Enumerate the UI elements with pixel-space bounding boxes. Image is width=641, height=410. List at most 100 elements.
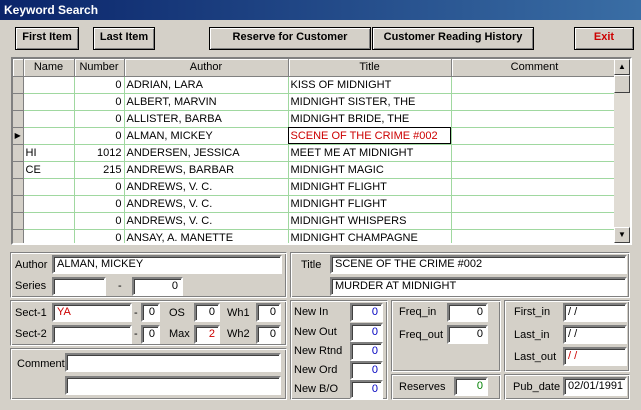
- cell-name[interactable]: [23, 178, 75, 196]
- row-selector[interactable]: ▶: [13, 127, 24, 145]
- table-row[interactable]: 0 ADRIAN, LARA KISS OF MIDNIGHT: [13, 76, 619, 94]
- cell-number[interactable]: 1012: [74, 144, 125, 162]
- row-selector[interactable]: [13, 144, 24, 162]
- cell-number[interactable]: 0: [74, 178, 125, 196]
- wh2-field[interactable]: 0: [256, 325, 281, 344]
- cell-title[interactable]: MIDNIGHT BRIDE, THE: [288, 110, 452, 128]
- table-row[interactable]: 0 ALLISTER, BARBA MIDNIGHT BRIDE, THE: [13, 110, 619, 128]
- author-field[interactable]: ALMAN, MICKEY: [52, 255, 282, 274]
- freq-out-field[interactable]: 0: [447, 325, 488, 344]
- row-selector[interactable]: [13, 161, 24, 179]
- reserves-field[interactable]: 0: [454, 377, 488, 396]
- cell-author[interactable]: ANSAY, A. MANETTE: [124, 229, 289, 243]
- cell-name[interactable]: [23, 195, 75, 213]
- cell-comment[interactable]: [451, 76, 619, 94]
- cell-comment[interactable]: [451, 229, 619, 243]
- cell-title[interactable]: MIDNIGHT WHISPERS: [288, 212, 452, 230]
- freq-in-field[interactable]: 0: [447, 303, 488, 322]
- pub-date-field[interactable]: 02/01/1991: [563, 377, 627, 396]
- cell-title[interactable]: MIDNIGHT SISTER, THE: [288, 93, 452, 111]
- new-ord-field[interactable]: 0: [350, 361, 383, 380]
- cell-comment[interactable]: [451, 212, 619, 230]
- row-selector[interactable]: [13, 229, 24, 243]
- max-field[interactable]: 2: [194, 325, 220, 344]
- cell-author[interactable]: ALBERT, MARVIN: [124, 93, 289, 111]
- cell-number[interactable]: 0: [74, 212, 125, 230]
- cell-title[interactable]: MIDNIGHT FLIGHT: [288, 178, 452, 196]
- cell-title[interactable]: SCENE OF THE CRIME #002: [288, 127, 452, 145]
- series-number-field[interactable]: 0: [132, 277, 183, 296]
- cell-title[interactable]: MIDNIGHT MAGIC: [288, 161, 452, 179]
- vertical-scrollbar[interactable]: ▲ ▼: [614, 59, 630, 243]
- new-out-field[interactable]: 0: [350, 323, 383, 342]
- new-in-field[interactable]: 0: [350, 303, 383, 322]
- scroll-up-icon[interactable]: ▲: [614, 59, 630, 75]
- sect1-field[interactable]: YA: [52, 303, 132, 322]
- cell-title[interactable]: MIDNIGHT CHAMPAGNE: [288, 229, 452, 243]
- cell-name[interactable]: [23, 93, 75, 111]
- reserve-for-customer-button[interactable]: Reserve for Customer: [209, 27, 371, 50]
- cell-number[interactable]: 0: [74, 229, 125, 243]
- cell-author[interactable]: ALMAN, MICKEY: [124, 127, 289, 145]
- cell-number[interactable]: 0: [74, 76, 125, 94]
- sect1-number-field[interactable]: 0: [141, 303, 160, 322]
- row-selector[interactable]: [13, 110, 24, 128]
- table-row[interactable]: 0 ANSAY, A. MANETTE MIDNIGHT CHAMPAGNE: [13, 229, 619, 243]
- cell-comment[interactable]: [451, 144, 619, 162]
- cell-number[interactable]: 0: [74, 110, 125, 128]
- table-row[interactable]: 0 ANDREWS, V. C. MIDNIGHT FLIGHT: [13, 195, 619, 213]
- column-header-title[interactable]: Title: [288, 59, 452, 77]
- cell-name[interactable]: CE: [23, 161, 75, 179]
- new-rtnd-field[interactable]: 0: [350, 342, 383, 361]
- row-selector[interactable]: [13, 212, 24, 230]
- cell-name[interactable]: [23, 76, 75, 94]
- last-item-button[interactable]: Last Item: [93, 27, 155, 50]
- row-selector[interactable]: [13, 76, 24, 94]
- last-out-field[interactable]: / /: [563, 347, 627, 366]
- cell-number[interactable]: 215: [74, 161, 125, 179]
- cell-author[interactable]: ANDREWS, BARBAR: [124, 161, 289, 179]
- cell-name[interactable]: [23, 229, 75, 243]
- table-row[interactable]: 0 ANDREWS, V. C. MIDNIGHT WHISPERS: [13, 212, 619, 230]
- comment-field-line1[interactable]: [65, 353, 281, 372]
- cell-title[interactable]: KISS OF MIDNIGHT: [288, 76, 452, 94]
- cell-title[interactable]: MEET ME AT MIDNIGHT: [288, 144, 452, 162]
- table-row[interactable]: CE 215 ANDREWS, BARBAR MIDNIGHT MAGIC: [13, 161, 619, 179]
- column-header-comment[interactable]: Comment: [451, 59, 619, 77]
- row-selector[interactable]: [13, 195, 24, 213]
- title-field-line1[interactable]: SCENE OF THE CRIME #002: [330, 255, 627, 274]
- cell-name[interactable]: [23, 212, 75, 230]
- cell-author[interactable]: ADRIAN, LARA: [124, 76, 289, 94]
- first-item-button[interactable]: First Item: [15, 27, 79, 50]
- column-header-author[interactable]: Author: [124, 59, 289, 77]
- scroll-thumb[interactable]: [614, 75, 630, 93]
- wh1-field[interactable]: 0: [256, 303, 281, 322]
- cell-name[interactable]: [23, 110, 75, 128]
- cell-number[interactable]: 0: [74, 93, 125, 111]
- os-field[interactable]: 0: [194, 303, 220, 322]
- sect2-number-field[interactable]: 0: [141, 325, 160, 344]
- exit-button[interactable]: Exit: [574, 27, 634, 50]
- row-selector[interactable]: [13, 178, 24, 196]
- sect2-field[interactable]: [52, 325, 132, 344]
- cell-title[interactable]: MIDNIGHT FLIGHT: [288, 195, 452, 213]
- cell-comment[interactable]: [451, 178, 619, 196]
- cell-author[interactable]: ANDERSEN, JESSICA: [124, 144, 289, 162]
- cell-author[interactable]: ANDREWS, V. C.: [124, 178, 289, 196]
- results-grid[interactable]: Name Number Author Title Comment 0 ADRIAN…: [11, 57, 632, 245]
- title-field-line2[interactable]: MURDER AT MIDNIGHT: [330, 277, 627, 296]
- cell-comment[interactable]: [451, 127, 619, 145]
- cell-comment[interactable]: [451, 161, 619, 179]
- table-row[interactable]: ▶ 0 ALMAN, MICKEY SCENE OF THE CRIME #002: [13, 127, 619, 145]
- cell-comment[interactable]: [451, 195, 619, 213]
- cell-author[interactable]: ANDREWS, V. C.: [124, 212, 289, 230]
- new-bo-field[interactable]: 0: [350, 380, 383, 399]
- cell-number[interactable]: 0: [74, 195, 125, 213]
- scroll-down-icon[interactable]: ▼: [614, 227, 630, 243]
- series-field[interactable]: [52, 277, 106, 296]
- table-row[interactable]: 0 ANDREWS, V. C. MIDNIGHT FLIGHT: [13, 178, 619, 196]
- cell-name[interactable]: HI: [23, 144, 75, 162]
- last-in-field[interactable]: / /: [563, 325, 627, 344]
- cell-name[interactable]: [23, 127, 75, 145]
- cell-number[interactable]: 0: [74, 127, 125, 145]
